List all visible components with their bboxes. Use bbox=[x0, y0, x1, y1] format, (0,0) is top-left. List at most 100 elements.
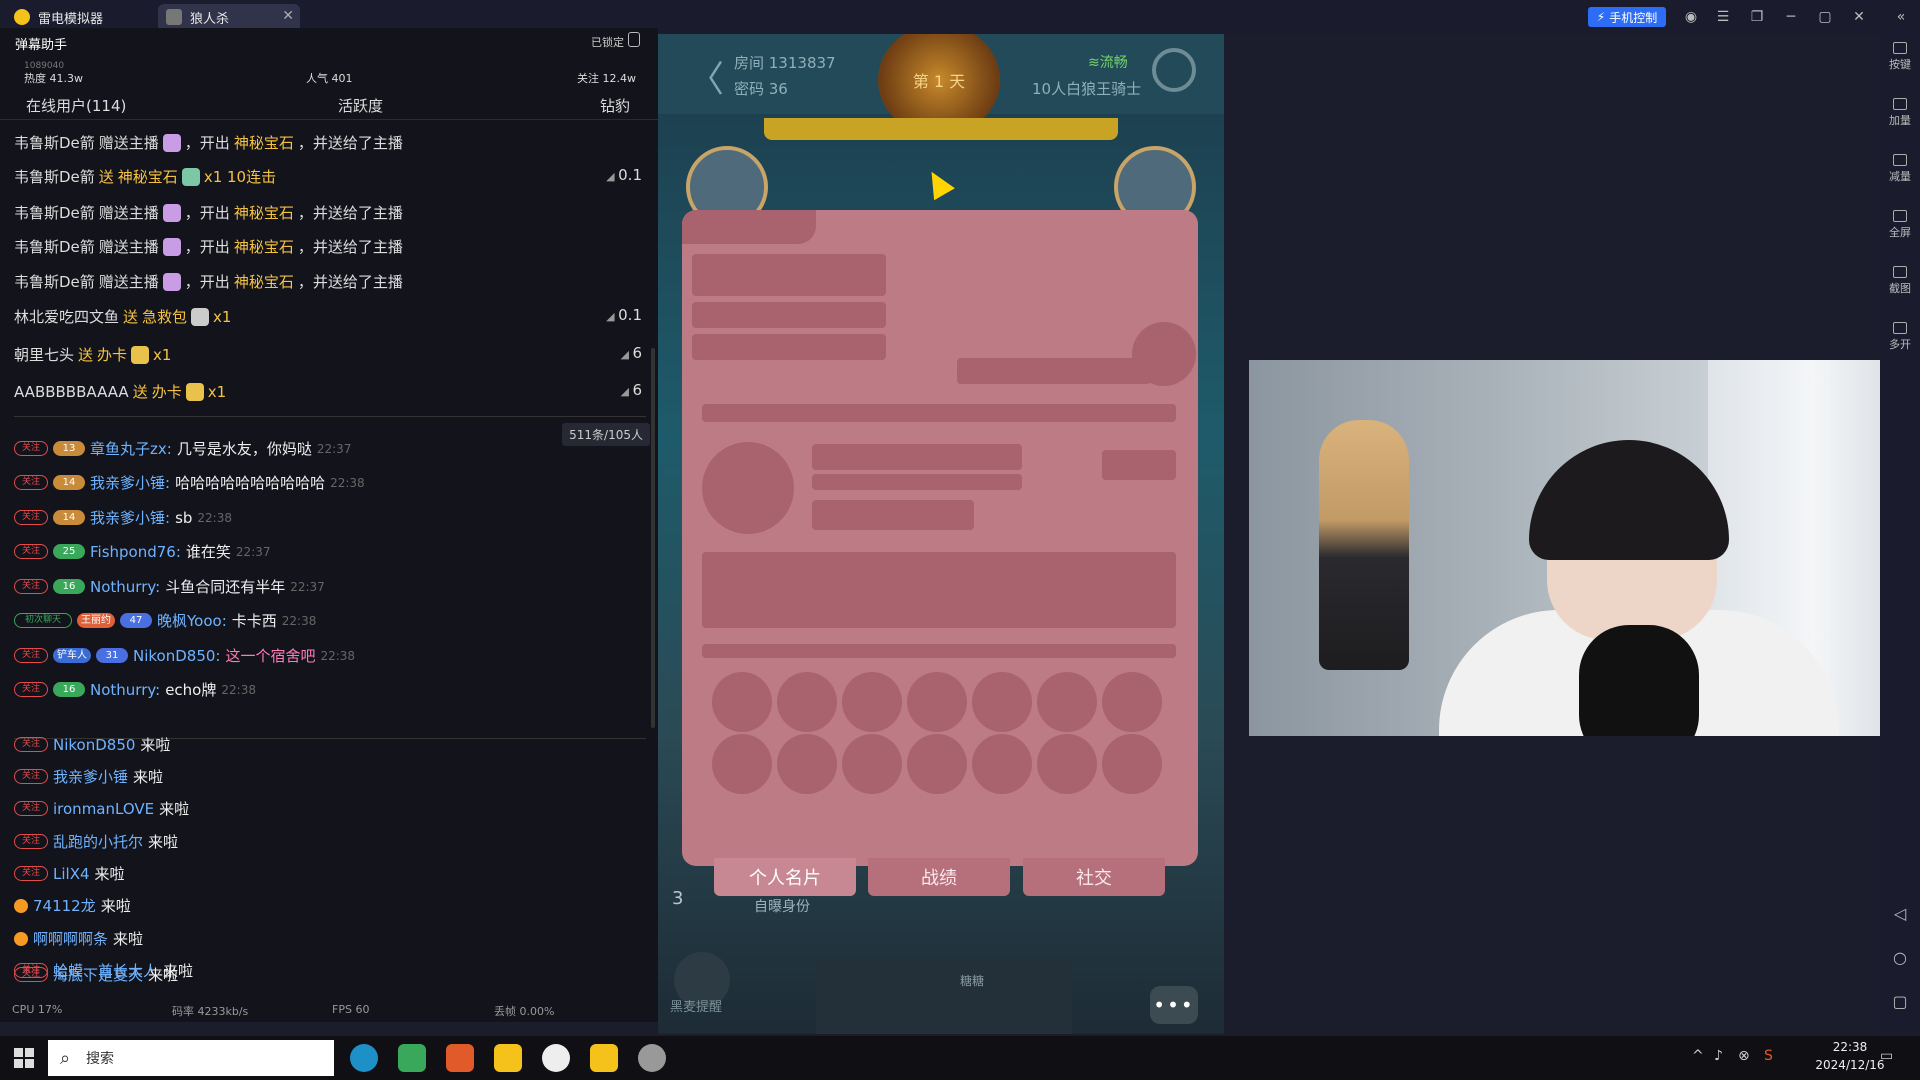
network-icon[interactable]: ⊗ bbox=[1738, 1048, 1750, 1064]
arrival-message: 关注 LilX4 来啦 bbox=[14, 863, 125, 884]
volume-down-button[interactable]: 减量 bbox=[1880, 154, 1920, 184]
emulator-taskbar-icon[interactable] bbox=[590, 1044, 618, 1072]
level-badge: 16 bbox=[53, 682, 85, 697]
gem-gift-icon bbox=[162, 203, 181, 222]
arrival-message: 关注 我亲爹小锤 来啦 bbox=[14, 766, 163, 787]
danmu-tabs: 在线用户(114) 活跃度 钻豹 bbox=[0, 90, 658, 120]
gift-amount: 0.1 bbox=[606, 306, 642, 324]
back-triangle-icon[interactable]: ◁ bbox=[1880, 904, 1920, 923]
clock-date[interactable]: 2024/12/16 bbox=[1810, 1058, 1890, 1072]
tab-diamond[interactable]: 钻豹 bbox=[600, 95, 630, 116]
arrival-message: 关注 海底下是夏天 来啦 bbox=[14, 964, 178, 985]
level-badge: 25 bbox=[53, 544, 85, 559]
edge-browser-icon[interactable] bbox=[350, 1044, 378, 1072]
keymap-button[interactable]: 按键 bbox=[1880, 42, 1920, 72]
placeholder-circle bbox=[777, 734, 837, 794]
lock-icon[interactable] bbox=[628, 32, 640, 47]
account-icon[interactable]: ◉ bbox=[1680, 7, 1702, 27]
game-taskbar-icon[interactable] bbox=[638, 1044, 666, 1072]
message-count-badge: 511条/105人 bbox=[562, 423, 650, 446]
phone-control-button[interactable]: ⚡ 手机控制 bbox=[1588, 7, 1666, 27]
gift-message: 韦鲁斯De箭 赠送主播 ，开出 神秘宝石 ，并送给了主播 bbox=[14, 237, 403, 256]
multi-instance-button[interactable]: 多开 bbox=[1880, 322, 1920, 352]
fps-stat: FPS 60 bbox=[332, 1003, 370, 1016]
level-badge: 47 bbox=[120, 613, 152, 628]
notification-icon[interactable]: ▭ bbox=[1880, 1048, 1893, 1064]
volume-up-button[interactable]: 加量 bbox=[1880, 98, 1920, 128]
clock-time[interactable]: 22:38 bbox=[1810, 1040, 1890, 1054]
windows-start-icon[interactable] bbox=[14, 1048, 34, 1068]
tab-profile-card[interactable]: 个人名片 bbox=[714, 858, 856, 896]
arrival-message: 啊啊啊啊条 来啦 bbox=[14, 928, 143, 949]
placeholder-block bbox=[812, 500, 974, 530]
fan-badge: 铲车人 bbox=[53, 648, 91, 663]
placeholder-circle bbox=[712, 672, 772, 732]
placeholder-circle bbox=[1102, 672, 1162, 732]
network-status: ≋流畅 bbox=[1088, 55, 1128, 71]
wifi-icon: ≋ bbox=[1088, 55, 1100, 71]
more-options-button[interactable]: ••• bbox=[1150, 986, 1198, 1024]
level-badge: 31 bbox=[96, 648, 128, 663]
self-reveal-label: 自曝身份 bbox=[754, 899, 810, 915]
tab-online-users[interactable]: 在线用户(114) bbox=[26, 95, 126, 116]
restore-window-icon[interactable]: ❐ bbox=[1746, 7, 1768, 27]
placeholder-block bbox=[702, 404, 1176, 422]
recent-apps-icon[interactable]: ▢ bbox=[1880, 992, 1920, 1011]
tab-werewolf-game[interactable]: 狼人杀 ✕ bbox=[158, 4, 300, 30]
app-icon[interactable] bbox=[542, 1044, 570, 1072]
follow-stat: 关注 12.4w bbox=[577, 72, 636, 85]
game-icon bbox=[166, 9, 182, 25]
chat-message: 关注 25 Fishpond76: 谁在笑 22:37 bbox=[14, 541, 271, 562]
app-icon[interactable] bbox=[446, 1044, 474, 1072]
app-icon[interactable] bbox=[494, 1044, 522, 1072]
input-method-icon[interactable]: S bbox=[1764, 1048, 1773, 1064]
placeholder-circle bbox=[1102, 734, 1162, 794]
gift-message: AABBBBBAAAA 送 办卡 x1 bbox=[14, 382, 227, 401]
tray-expand-icon[interactable]: ^ bbox=[1692, 1048, 1704, 1064]
gem-gift-icon bbox=[162, 237, 181, 256]
close-window-icon[interactable]: ✕ bbox=[1848, 7, 1870, 27]
app-icon[interactable] bbox=[398, 1044, 426, 1072]
bottom-player-panel[interactable] bbox=[816, 960, 1072, 1034]
maximize-icon[interactable]: ▢ bbox=[1814, 7, 1836, 27]
mouse-cursor-icon bbox=[921, 165, 955, 201]
screenshot-button[interactable]: 截图 bbox=[1880, 266, 1920, 296]
card-gift-icon bbox=[131, 345, 150, 364]
room-password: 密码 36 bbox=[734, 80, 788, 98]
placeholder-block bbox=[702, 552, 1176, 628]
placeholder-avatar bbox=[702, 442, 794, 534]
fullscreen-icon bbox=[1893, 210, 1907, 222]
multi-window-icon bbox=[1893, 322, 1907, 334]
collapse-sidebar-icon[interactable]: « bbox=[1890, 7, 1912, 27]
placeholder-block bbox=[957, 358, 1151, 384]
candy-label: 糖糖 bbox=[960, 974, 985, 988]
chat-message: 关注 16 Nothurry: echo牌 22:38 bbox=[14, 679, 256, 700]
emulator-sidebar: 按键 加量 减量 全屏 截图 多开 ◁ ○ ▢ bbox=[1880, 34, 1920, 1034]
back-arrow-icon[interactable]: 〈 bbox=[688, 50, 724, 102]
speaker-icon[interactable]: ♪ bbox=[1714, 1048, 1723, 1064]
level-badge: 16 bbox=[53, 579, 85, 594]
menu-icon[interactable]: ☰ bbox=[1712, 7, 1734, 27]
card-gift-icon bbox=[185, 382, 204, 401]
first-aid-gift-icon bbox=[191, 307, 210, 326]
arrival-message: 关注 ironmanLOVE 来啦 bbox=[14, 798, 189, 819]
chat-message: 关注 14 我亲爹小锤: 哈哈哈哈哈哈哈哈哈哈 22:38 bbox=[14, 472, 365, 493]
keyboard-icon bbox=[1893, 42, 1907, 54]
taskbar-search-input[interactable]: 搜索 bbox=[48, 1040, 334, 1076]
tab-social[interactable]: 社交 bbox=[1023, 858, 1165, 896]
danmu-scrollbar[interactable] bbox=[651, 348, 655, 728]
divider bbox=[14, 416, 646, 417]
fullscreen-button[interactable]: 全屏 bbox=[1880, 210, 1920, 240]
placeholder-circle bbox=[907, 734, 967, 794]
gear-icon[interactable] bbox=[1152, 48, 1196, 92]
tab-activity[interactable]: 活跃度 bbox=[338, 95, 383, 116]
placeholder-block bbox=[812, 474, 1022, 490]
timer-bar bbox=[764, 118, 1118, 140]
close-tab-icon[interactable]: ✕ bbox=[282, 8, 294, 24]
tab-emulator[interactable]: 雷电模拟器 bbox=[14, 4, 103, 30]
tab-records[interactable]: 战绩 bbox=[868, 858, 1010, 896]
minimize-icon[interactable]: ─ bbox=[1780, 7, 1802, 27]
placeholder-circle bbox=[1037, 734, 1097, 794]
placeholder-circle bbox=[972, 734, 1032, 794]
home-circle-icon[interactable]: ○ bbox=[1880, 948, 1920, 967]
